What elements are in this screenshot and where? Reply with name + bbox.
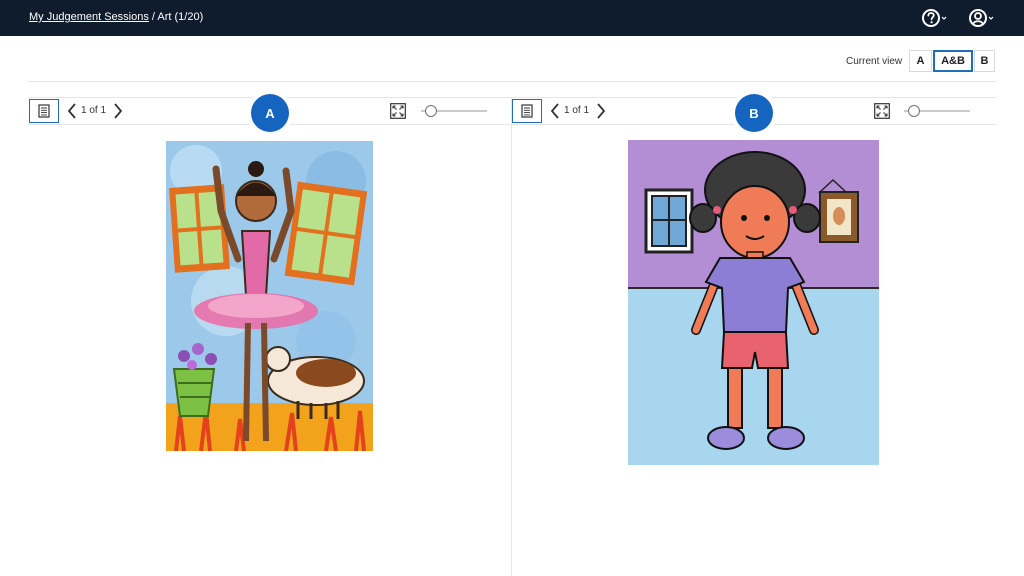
pane-b-prev-page-icon[interactable] [550,102,560,120]
pane-b-badge: B [735,94,773,132]
pane-b-fit-to-screen-icon[interactable] [874,103,890,119]
view-a-button[interactable]: A [909,50,932,72]
current-view-label: Current view [846,56,903,67]
breadcrumb-sessions-link[interactable]: My Judgement Sessions [29,11,149,23]
zoom-knob[interactable] [908,105,920,117]
document-icon [38,104,50,118]
breadcrumb-current: / Art (1/20) [148,11,204,23]
pane-b-page-indicator: 1 of 1 [564,105,590,116]
pane-a-prev-page-icon[interactable] [67,102,77,120]
pane-b-zoom-slider[interactable] [904,103,970,119]
zoom-knob[interactable] [425,105,437,117]
help-menu-button[interactable] [921,8,949,28]
document-icon [521,104,533,118]
pane-divider [511,97,512,576]
view-switch-bar: Current view A A&B B [0,49,1024,73]
pane-a-document-button[interactable] [29,99,59,123]
user-menu-button[interactable] [968,8,996,28]
user-circle-icon [969,9,994,27]
pane-a-toolbar: 1 of 1 A [29,94,489,132]
pane-b-toolbar: 1 of 1 B [512,94,972,132]
pane-a-next-page-icon[interactable] [113,102,123,120]
artwork-b-image [628,140,879,465]
pane-b-document-button[interactable] [512,99,542,123]
view-b-button[interactable]: B [974,50,995,72]
top-bar: My Judgement Sessions / Art (1/20) [0,0,1024,36]
breadcrumb: My Judgement Sessions / Art (1/20) [29,11,203,23]
divider [28,81,996,82]
pane-a-zoom-slider[interactable] [421,103,487,119]
pane-a-badge: A [251,94,289,132]
artwork-a-image [166,141,373,451]
pane-a-page-indicator: 1 of 1 [81,105,107,116]
view-a-and-b-button[interactable]: A&B [933,50,973,72]
pane-b-next-page-icon[interactable] [596,102,606,120]
pane-a-fit-to-screen-icon[interactable] [390,103,406,119]
help-circle-icon [922,9,947,27]
